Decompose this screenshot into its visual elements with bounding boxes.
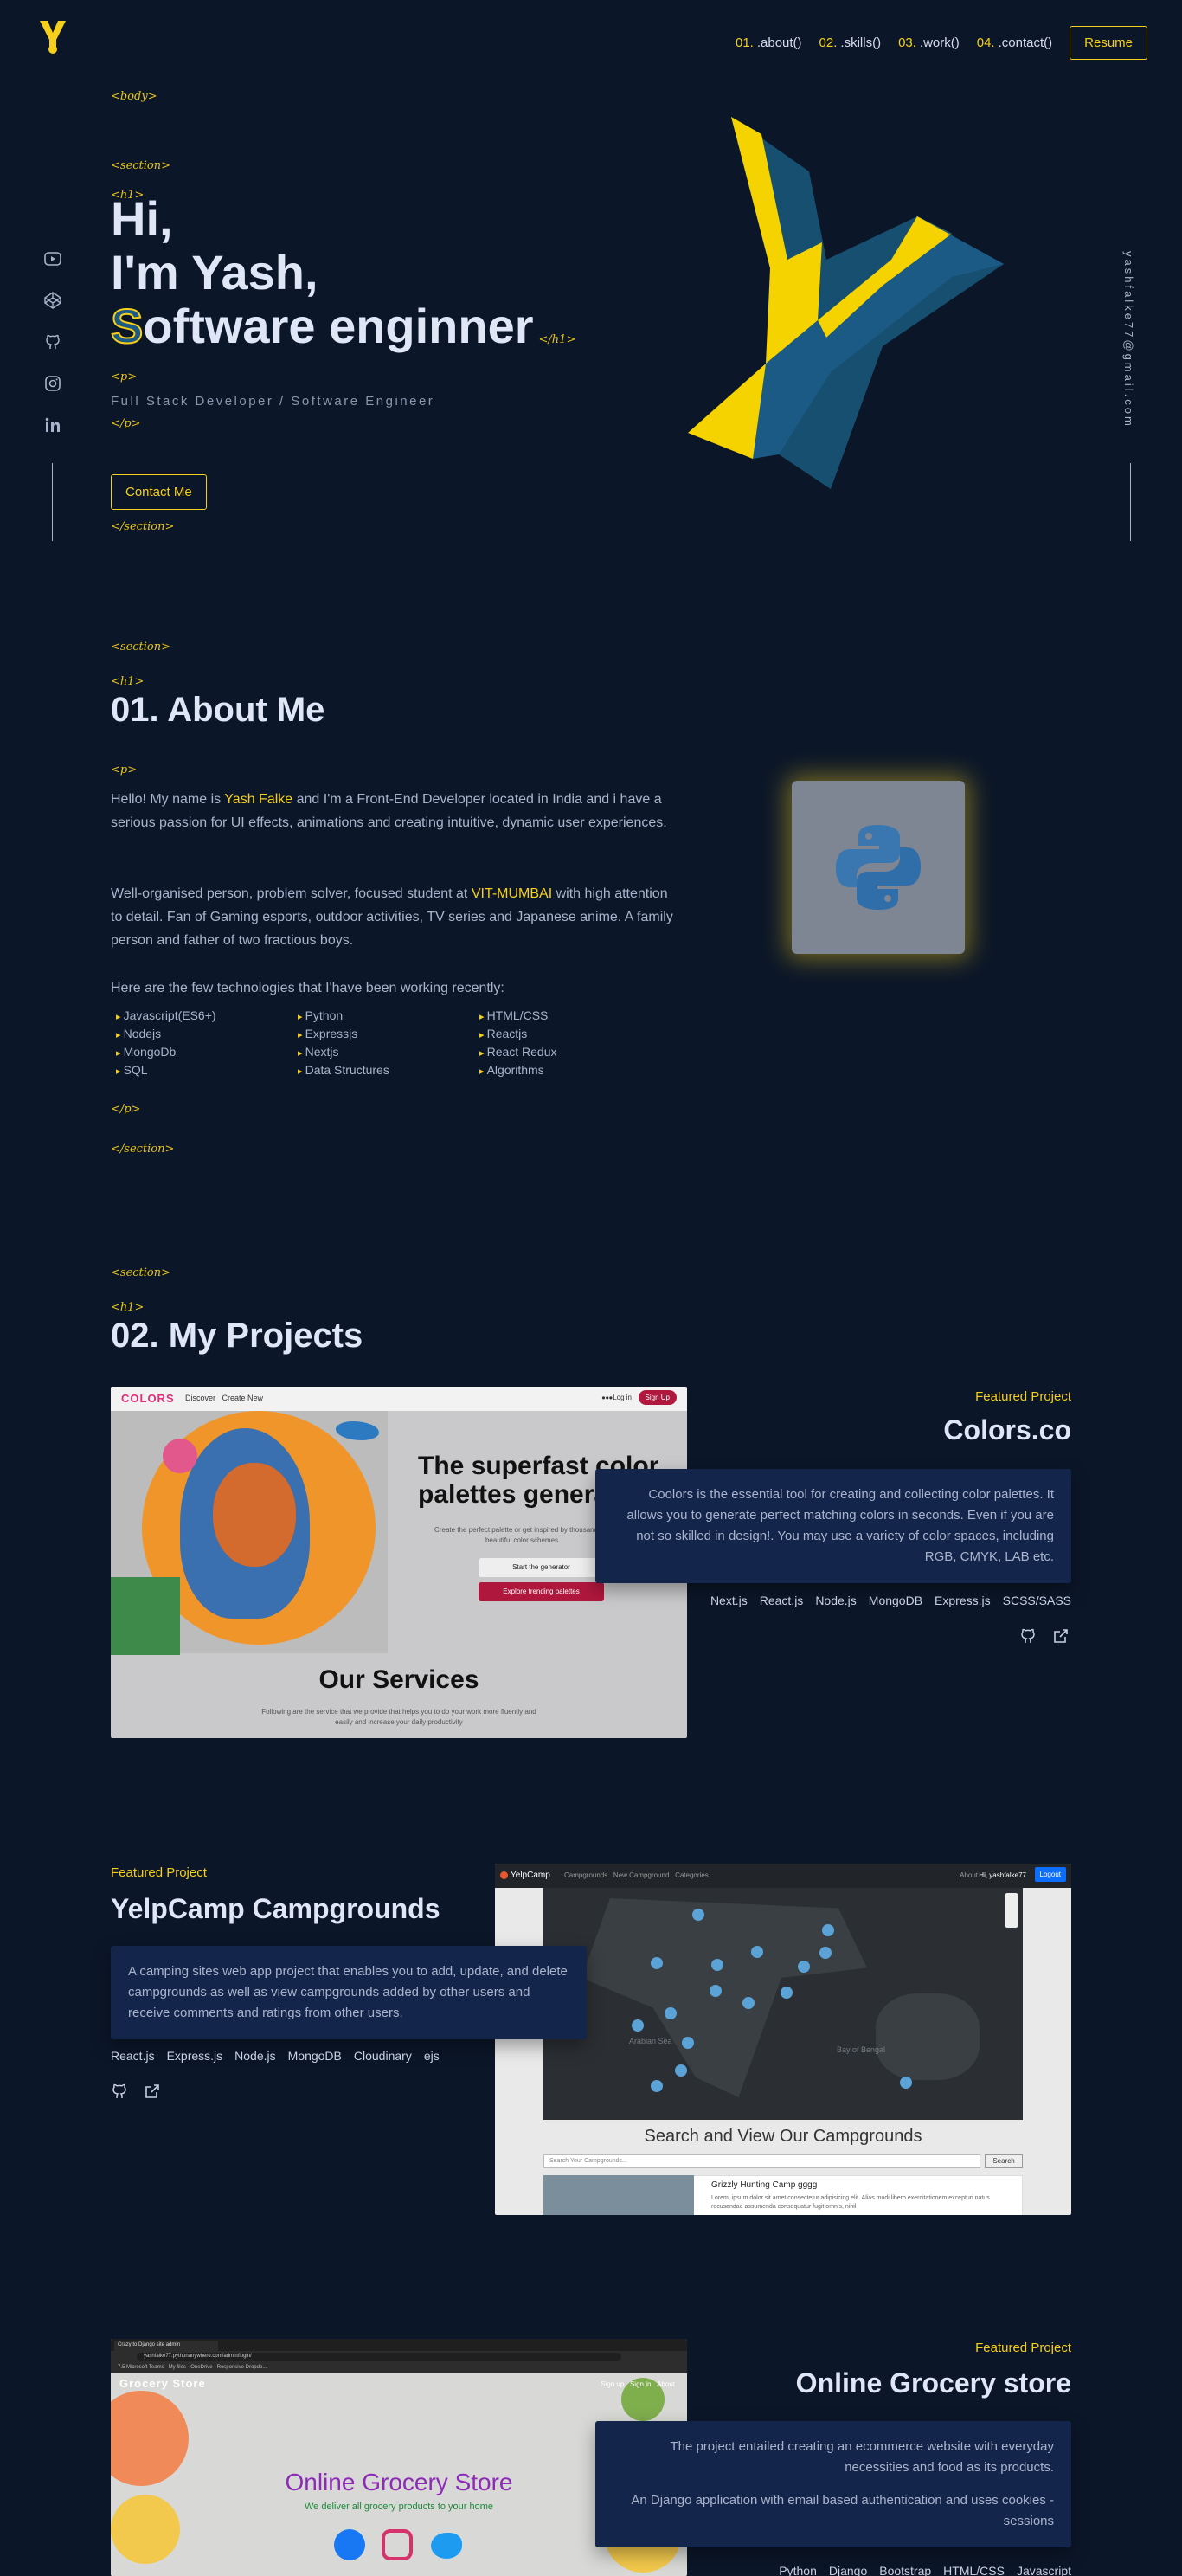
project-description: The project entailed creating an ecommer… (595, 2421, 1071, 2547)
youtube-icon[interactable] (43, 249, 62, 268)
tech-list: Javascript(ES6+) Python HTML/CSS Nodejs … (116, 1008, 661, 1077)
contact-me-button[interactable]: Contact Me (111, 474, 207, 510)
about-h1-tag: <h1> (111, 675, 145, 688)
list-item: Nodejs (116, 1027, 298, 1040)
profile-image (792, 781, 965, 954)
body-tag: <body> (111, 90, 157, 103)
codepen-icon[interactable] (43, 291, 62, 310)
list-item: Nextjs (298, 1045, 479, 1059)
github-icon[interactable] (1019, 1627, 1037, 1645)
hero-subtitle: Full Stack Developer / Software Engineer (111, 394, 435, 409)
external-link-icon[interactable] (1052, 1627, 1070, 1645)
side-divider-left (52, 463, 53, 541)
p-close-tag: </p> (111, 417, 141, 430)
nav-contact[interactable]: 04. .contact() (977, 35, 1052, 50)
facebook-icon[interactable] (334, 2529, 365, 2560)
project-description: Coolors is the essential tool for creati… (595, 1469, 1071, 1583)
projects-h1-tag: <h1> (111, 1301, 145, 1314)
project-title[interactable]: Online Grocery store (796, 2367, 1071, 2399)
project-title[interactable]: YelpCamp Campgrounds (111, 1893, 440, 1925)
side-divider-right (1130, 463, 1131, 541)
list-item: SQL (116, 1063, 298, 1077)
project-tech-stack: React.js Express.js Node.js MongoDB Cloudina… (111, 2049, 440, 2063)
list-item: Python (298, 1008, 479, 1022)
project-tech-stack: Next.js React.js Node.js MongoDB Express.js S… (710, 1594, 1071, 1607)
nav-about[interactable]: 01. .about() (736, 35, 802, 50)
nav-skills[interactable]: 02. .skills() (819, 35, 882, 50)
nav-work[interactable]: 03. .work() (898, 35, 960, 50)
linkedin-icon[interactable] (43, 415, 62, 435)
list-item: Data Structures (298, 1063, 479, 1077)
section-close-tag: </section> (111, 520, 175, 533)
about-p-close-tag: </p> (111, 1103, 141, 1116)
featured-label: Featured Project (111, 1865, 207, 1880)
twitter-icon[interactable] (431, 2533, 462, 2559)
list-item: Expressjs (298, 1027, 479, 1040)
about-section-close-tag: </section> (111, 1143, 175, 1156)
project-links (111, 2083, 161, 2100)
hero-y-graphic (666, 113, 1012, 493)
section-open-tag: <section> (111, 159, 171, 172)
list-item: React Redux (479, 1045, 661, 1059)
project-title[interactable]: Colors.co (943, 1414, 1071, 1446)
project-links (1019, 1627, 1070, 1645)
social-links (43, 249, 62, 435)
list-item: Algorithms (479, 1063, 661, 1077)
external-link-icon[interactable] (144, 2083, 161, 2100)
yelpcamp-screenshot[interactable]: YelpCamp Campgrounds New Campground Cate… (495, 1864, 1071, 2215)
hero-heading: Hi, I'm Yash, Software enginner </h1> (110, 191, 576, 354)
about-section-tag: <section> (111, 641, 171, 654)
featured-label: Featured Project (975, 2341, 1071, 2355)
github-icon[interactable] (111, 2083, 128, 2100)
instagram-icon[interactable] (43, 374, 62, 393)
p-open-tag: <p> (111, 370, 138, 383)
email-link[interactable]: yashfalke77@gmail.com (1122, 251, 1135, 428)
list-item: HTML/CSS (479, 1008, 661, 1022)
github-icon[interactable] (43, 332, 62, 351)
about-tech-intro: Here are the few technologies that I'hav… (111, 981, 504, 995)
project-tech-stack: Python Django Bootstrap HTML/CSS Javascript (779, 2564, 1071, 2576)
instagram-icon[interactable] (382, 2529, 413, 2560)
projects-heading: 02. My Projects (111, 1317, 363, 1355)
project-description: A camping sites web app project that ena… (111, 1946, 587, 2039)
list-item: MongoDb (116, 1045, 298, 1059)
about-intro: Hello! My name is Yash Falke and I'm a F… (111, 792, 667, 830)
about-p-tag: <p> (111, 763, 138, 776)
resume-button[interactable]: Resume (1070, 26, 1147, 60)
about-bio: Well-organised person, problem solver, f… (111, 886, 673, 948)
projects-section-tag: <section> (111, 1266, 171, 1279)
main-nav: 01. .about() 02. .skills() 03. .work() 04..… (736, 26, 1147, 60)
about-heading: 01. About Me (111, 691, 325, 729)
list-item: Reactjs (479, 1027, 661, 1040)
python-logo-icon (836, 825, 921, 910)
list-item: Javascript(ES6+) (116, 1008, 298, 1022)
logo[interactable] (36, 19, 69, 54)
featured-label: Featured Project (975, 1389, 1071, 1404)
